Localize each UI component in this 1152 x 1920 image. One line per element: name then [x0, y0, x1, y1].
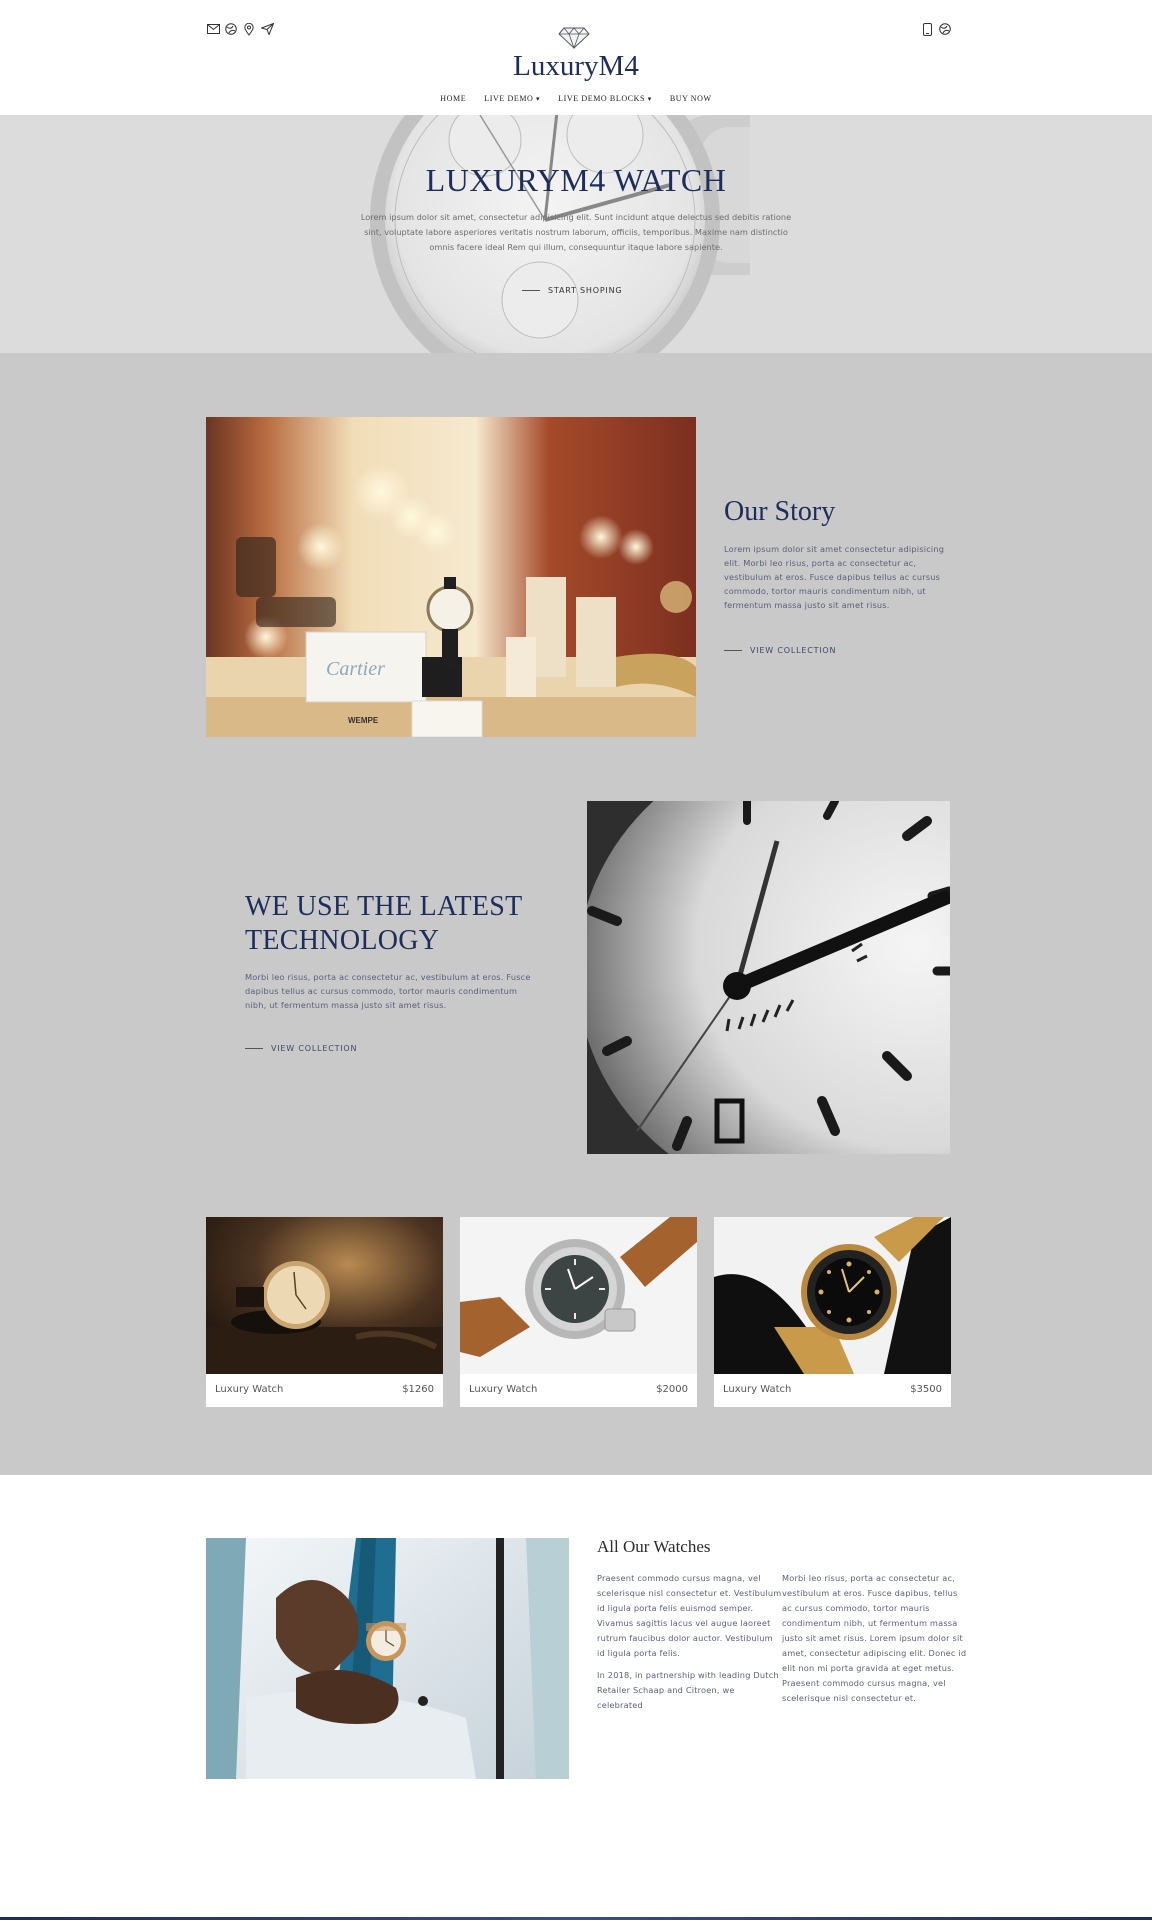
globe-icon[interactable]	[938, 22, 952, 36]
nav-live-demo-label: LIVE DEMO	[484, 94, 534, 103]
hero-title: LUXURYM4 WATCH	[425, 162, 727, 198]
product-card[interactable]: Luxury Watch $1260	[206, 1217, 443, 1407]
our-story-title: Our Story	[724, 496, 836, 527]
view-collection-label: VIEW COLLECTION	[271, 1044, 358, 1053]
header-right-icons	[920, 22, 952, 36]
product-card[interactable]: Luxury Watch $3500	[714, 1217, 951, 1407]
view-collection-label: VIEW COLLECTION	[750, 646, 837, 655]
all-watches-column-right: Morbi leo risus, porta ac consectetur ac…	[782, 1571, 967, 1713]
main-nav: HOME LIVE DEMO ▾ LIVE DEMO BLOCKS ▾ BUY …	[0, 94, 1152, 103]
nav-live-demo-blocks[interactable]: LIVE DEMO BLOCKS ▾	[558, 94, 652, 103]
product-image	[460, 1217, 697, 1374]
hero-section: LUXURYM4 WATCH Lorem ipsum dolor sit ame…	[0, 115, 1152, 353]
product-price: $1260	[402, 1384, 434, 1395]
paragraph: Praesent commodo cursus magna, vel scele…	[597, 1573, 782, 1658]
phone-icon[interactable]	[920, 22, 934, 36]
nav-live-demo-blocks-label: LIVE DEMO BLOCKS	[558, 94, 646, 103]
send-icon[interactable]	[260, 22, 274, 36]
start-shopping-link[interactable]: START SHOPING	[522, 286, 622, 295]
site-logo[interactable]: LuxuryM4	[0, 50, 1152, 83]
technology-text: Morbi leo risus, porta ac consectetur ac…	[245, 972, 531, 1010]
dash-decoration	[245, 1048, 263, 1049]
mail-icon[interactable]	[206, 22, 220, 36]
product-name: Luxury Watch	[469, 1384, 538, 1395]
product-image	[206, 1217, 443, 1374]
globe-icon[interactable]	[224, 22, 238, 36]
story-view-collection-link[interactable]: VIEW COLLECTION	[724, 646, 836, 655]
technology-title: WE USE THE LATEST TECHNOLOGY	[245, 891, 523, 956]
chevron-down-icon: ▾	[647, 95, 652, 103]
our-story-text: Lorem ipsum dolor sit amet consectetur a…	[724, 544, 945, 610]
paragraph: Morbi leo risus, porta ac consectetur ac…	[782, 1573, 967, 1703]
site-header: LuxuryM4 HOME LIVE DEMO ▾ LIVE DEMO BLOC…	[0, 0, 1152, 115]
technology-image	[587, 801, 950, 1154]
contact-icons	[206, 22, 274, 36]
product-name: Luxury Watch	[215, 1384, 284, 1395]
all-watches-image	[206, 1538, 569, 1779]
nav-buy-now[interactable]: BUY NOW	[670, 94, 712, 103]
product-card[interactable]: Luxury Watch $2000	[460, 1217, 697, 1407]
svg-text:WEMPE: WEMPE	[348, 716, 379, 725]
chevron-down-icon: ▾	[536, 95, 541, 103]
paragraph: In 2018, in partnership with leading Dut…	[597, 1670, 779, 1710]
dash-decoration	[522, 290, 540, 291]
product-price: $3500	[910, 1384, 942, 1395]
all-watches-title: All Our Watches	[597, 1537, 711, 1556]
hero-description: Lorem ipsum dolor sit amet, consectetur …	[360, 212, 792, 252]
all-watches-column-left: Praesent commodo cursus magna, vel scele…	[597, 1571, 782, 1720]
start-shopping-label: START SHOPING	[548, 286, 623, 295]
nav-home[interactable]: HOME	[440, 94, 466, 103]
dash-decoration	[724, 650, 742, 651]
product-name: Luxury Watch	[723, 1384, 792, 1395]
product-image	[714, 1217, 951, 1374]
svg-text:Cartier: Cartier	[326, 658, 385, 680]
tech-view-collection-link[interactable]: VIEW COLLECTION	[245, 1044, 357, 1053]
product-price: $2000	[656, 1384, 688, 1395]
location-icon[interactable]	[242, 22, 256, 36]
diamond-logo-icon	[558, 27, 590, 49]
story-image: Cartier WEMPE	[206, 417, 696, 737]
nav-live-demo[interactable]: LIVE DEMO ▾	[484, 94, 540, 103]
